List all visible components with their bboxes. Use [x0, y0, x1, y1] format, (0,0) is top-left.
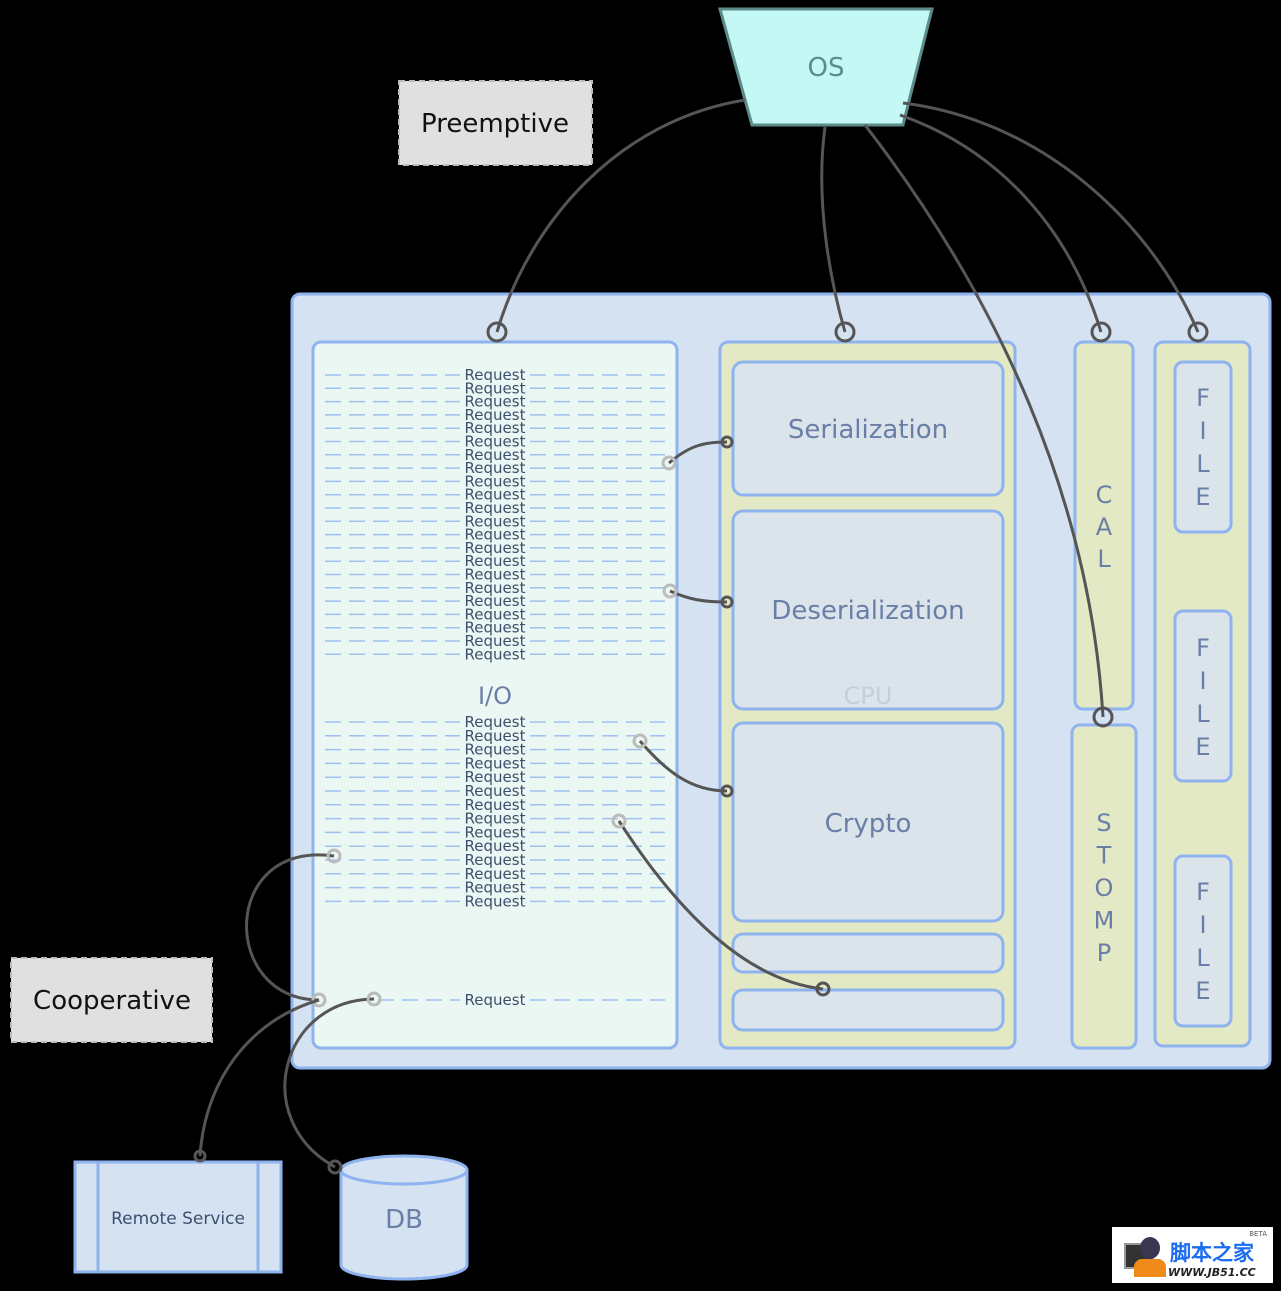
- io-label: I/O: [478, 682, 512, 710]
- stomp-letter: P: [1097, 939, 1111, 967]
- file-letter: E: [1195, 977, 1210, 1005]
- watermark-url: WWW.JB51.CC: [1168, 1266, 1256, 1279]
- stomp-letter: T: [1096, 842, 1112, 870]
- db-label: DB: [385, 1205, 423, 1235]
- file-letter: I: [1199, 667, 1206, 695]
- stomp-letter: M: [1094, 907, 1115, 935]
- stomp-letter: O: [1095, 874, 1114, 902]
- cal-letter: L: [1097, 545, 1111, 573]
- file-letter: I: [1199, 417, 1206, 445]
- deserialization-label: Deserialization: [771, 596, 964, 626]
- file-letter: L: [1196, 700, 1210, 728]
- watermark-text: 脚本之家: [1170, 1241, 1254, 1265]
- cooperative-request: Request: [465, 991, 526, 1009]
- file-letter: E: [1195, 483, 1210, 511]
- cpu-slot-2: [731, 988, 1005, 1032]
- os-label: OS: [808, 53, 845, 83]
- file-letter: F: [1196, 878, 1210, 906]
- preemptive-label: Preemptive: [421, 109, 569, 139]
- watermark-avatar-icon: [1122, 1235, 1166, 1279]
- crypto-label: Crypto: [825, 809, 912, 839]
- file-letter: L: [1196, 450, 1210, 478]
- request-item: Request: [465, 892, 526, 910]
- file-letter: I: [1199, 911, 1206, 939]
- file-letter: F: [1196, 634, 1210, 662]
- remote-service-label: Remote Service: [111, 1209, 245, 1229]
- cal-letter: C: [1096, 481, 1113, 509]
- cpu-slot-1: [731, 932, 1005, 974]
- cal-letter: A: [1096, 513, 1113, 541]
- cpu-label: CPU: [844, 682, 893, 710]
- file-letter: L: [1196, 944, 1210, 972]
- serialization-label: Serialization: [788, 415, 948, 445]
- cooperative-label: Cooperative: [33, 986, 191, 1016]
- stomp-letter: S: [1096, 809, 1111, 837]
- file-letter: E: [1195, 733, 1210, 761]
- cal-label: CAL: [1096, 481, 1113, 573]
- diagram: RequestRequestRequestRequestRequestReque…: [10, 7, 1272, 1281]
- file-letter: F: [1196, 384, 1210, 412]
- watermark-logo: BETA 脚本之家 WWW.JB51.CC: [1112, 1227, 1273, 1283]
- request-item: Request: [465, 645, 526, 663]
